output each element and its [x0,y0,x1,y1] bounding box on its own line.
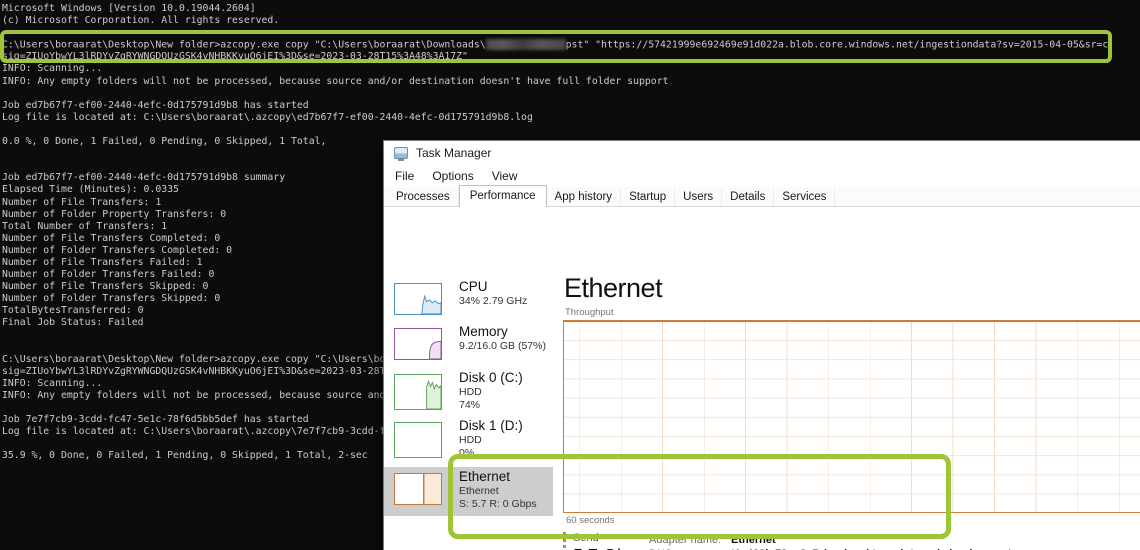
sidebar-item-disk1[interactable]: Disk 1 (D:) HDD 0% [384,416,553,462]
adapter-detail-value: Ethernet [731,534,776,546]
adapter-detail-row: Adapter name: Ethernet [649,533,1012,547]
sidebar-item-text: Disk 1 (D:) HDD 0% [459,418,523,459]
menu-bar: File Options View [384,165,1140,187]
sidebar-item-text: Ethernet Ethernet S: 5.7 R: 0 Gbps [459,469,537,510]
page-title: Ethernet [564,273,663,303]
performance-pane: CPU 34% 2.79 GHz Memory 9.2/16.0 GB (57%) Di… [384,207,1140,550]
throughput-chart[interactable] [563,320,1140,513]
send-label: Send [573,532,599,544]
send-stat: Send 5.7 Gbps [563,532,646,550]
sidebar-item-stat: HDD [459,386,482,398]
send-value: 5.7 Gbps [573,545,646,550]
task-manager-window[interactable]: Task Manager File Options View Processes Pe… [383,140,1140,550]
adapter-detail-label: Adapter name: [649,534,722,546]
sidebar-item-title: Disk 1 (D:) [459,418,523,433]
performance-sidebar: CPU 34% 2.79 GHz Memory 9.2/16.0 GB (57%) Di… [384,207,554,550]
terminal-line: sig=ZIUoYbwYL3lRDYvZgRYWNGDQUzGSK4vNHBKK… [2,51,468,63]
sidebar-item-stat: 34% 2.79 GHz [459,295,528,307]
sidebar-item-memory[interactable]: Memory 9.2/16.0 GB (57%) [384,322,553,368]
desktop-screen: Microsoft Windows [Version 10.0.19044.26… [0,0,1140,550]
terminal-line: Log file is located at: C:\Users\boraara… [2,111,533,123]
redacted-filename [485,39,566,51]
sidebar-item-stat: Ethernet [459,485,499,497]
tab-startup[interactable]: Startup [621,188,676,206]
memory-mini-graph-icon [394,328,442,360]
tab-performance[interactable]: Performance [458,185,547,207]
tab-services[interactable]: Services [774,188,836,206]
task-manager-icon [394,147,408,161]
ethernet-mini-graph-icon [394,473,442,505]
terminal-line: INFO: Scanning... [2,63,103,75]
sidebar-item-title: Ethernet [459,469,511,484]
time-axis-label: 60 seconds [566,515,615,526]
tab-strip: Processes Performance App history Startup Us… [384,185,1140,207]
sidebar-item-text: Disk 0 (C:) HDD 74% [459,370,523,411]
terminal-line: (c) Microsoft Corporation. All rights re… [2,15,280,27]
sidebar-item-title: Memory [459,324,508,339]
sidebar-item-stat: 0% [459,446,475,459]
tab-app-history[interactable]: App history [547,188,622,206]
menu-item-options[interactable]: Options [423,166,482,186]
chart-label: Throughput [565,307,614,318]
terminal-line: Microsoft Windows [Version 10.0.19044.26… [2,3,256,14]
sidebar-item-ethernet[interactable]: Ethernet Ethernet S: 5.7 R: 0 Gbps [384,467,553,516]
sidebar-item-stat: HDD [459,434,482,446]
sidebar-item-cpu[interactable]: CPU 34% 2.79 GHz [384,277,553,323]
terminal-line: INFO: Any empty folders will not be proc… [2,75,669,87]
menu-item-view[interactable]: View [483,166,527,186]
sidebar-item-stat: 74% [459,398,481,411]
sidebar-item-stat: 9.2/16.0 GB (57%) [459,340,546,352]
terminal-line: C:\Users\boraarat\Desktop\New folder>azc… [2,39,1109,51]
disk0-mini-graph-icon [394,374,442,410]
sidebar-item-stat: S: 5.7 R: 0 Gbps [459,497,537,510]
sidebar-item-text: CPU 34% 2.79 GHz [459,279,527,308]
cpu-mini-graph-icon [394,283,442,315]
tab-users[interactable]: Users [675,188,723,206]
terminal-line: Job ed7b67f7-ef00-2440-4efc-0d175791d9b8… [2,99,309,111]
sidebar-item-title: Disk 0 (C:) [459,370,523,385]
tab-processes[interactable]: Processes [388,188,459,206]
disk1-mini-graph-icon [394,422,442,458]
window-title: Task Manager [416,146,492,160]
sidebar-item-text: Memory 9.2/16.0 GB (57%) [459,324,546,353]
sidebar-item-disk0[interactable]: Disk 0 (C:) HDD 74% [384,368,553,414]
tab-details[interactable]: Details [722,188,775,206]
menu-item-file[interactable]: File [386,166,423,186]
adapter-details: Adapter name:EthernetDNS name:t1e433ig53… [649,533,1012,550]
title-bar[interactable]: Task Manager [384,141,1140,165]
sidebar-item-title: CPU [459,279,488,294]
